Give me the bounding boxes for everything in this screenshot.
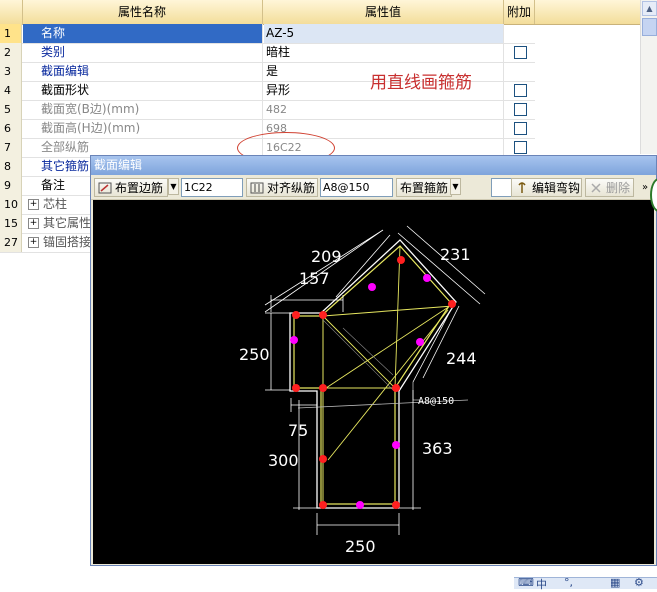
group-label: 芯柱 [43,197,68,211]
stirrup-diagonals [322,245,454,461]
row-property-name[interactable]: 截面高(H边)(mm) [23,119,263,138]
row-index: 4 [0,81,22,100]
ime-punct-icon[interactable]: °, [564,576,573,589]
extra-checkbox[interactable] [514,46,527,59]
dim-244: 244 [446,349,477,368]
stirrup-input[interactable] [320,178,393,197]
editor-title[interactable]: 截面编辑 [91,156,656,175]
hook-icon [518,182,526,193]
row-index: 10 [0,195,22,214]
row-index: 27 [0,233,22,252]
stirrup-spec-label: A8@150 [418,396,454,407]
dim-300: 300 [268,451,299,470]
dim-250-bottom: 250 [345,537,376,556]
grid-scrollbar[interactable]: ▲ [640,0,657,154]
row-index: 1 [0,24,22,43]
dimension-lines [264,225,486,535]
row-index: 5 [0,100,22,119]
row-property-name[interactable]: 截面形状 [23,81,263,100]
header-index [0,0,23,24]
editor-toolbar: 布置边筋 ▼ 对齐纵筋 布置箍筋 ▼ ▼ 编辑弯钩 删除 » [91,176,656,200]
row-index: 2 [0,43,22,62]
place-stirrup-dropdown[interactable]: ▼ [450,178,461,195]
align-long-rebar-label: 对齐纵筋 [267,181,316,195]
row-extra-cell [505,119,535,138]
grid-header: 属性名称 属性值 附加 [0,0,640,25]
extra-checkbox[interactable] [514,103,527,116]
grid-row[interactable]: 5 截面宽(B边)(mm) 482 [0,100,535,120]
place-edge-rebar-button[interactable]: 布置边筋 [94,178,168,197]
extra-checkbox[interactable] [514,84,527,97]
align-long-rebar-button[interactable]: 对齐纵筋 [246,178,318,197]
drawing-canvas[interactable]: 209 231 157 250 244 75 300 363 250 A8@15… [93,200,654,564]
ime-tray: ⌨ 中 °, ▦ ⚙ [514,576,657,592]
row-extra-cell [505,62,535,81]
row-property-name[interactable]: 截面宽(B边)(mm) [23,100,263,119]
row-property-value[interactable]: AZ-5 [264,24,504,43]
dim-75: 75 [288,421,308,440]
edge-rebar-input[interactable] [181,178,243,197]
ime-keyboard-icon[interactable]: ▦ [610,576,620,589]
header-property-name: 属性名称 [22,0,263,24]
section-drawing: 209 231 157 250 244 75 300 363 250 A8@15… [239,225,486,556]
header-property-value: 属性值 [263,0,504,24]
place-edge-rebar-dropdown[interactable]: ▼ [168,178,179,195]
row-index: 8 [0,157,22,176]
group-label: 其它属性 [43,216,92,230]
expand-plus-icon[interactable]: + [28,218,39,229]
row-index: 6 [0,119,22,138]
annotation-text: 用直线画箍筋 [370,73,472,93]
dim-363: 363 [422,439,453,458]
place-stirrup-button[interactable]: 布置箍筋 [396,178,452,197]
align-icon [250,182,264,194]
row-index: 15 [0,214,22,233]
ime-icon[interactable]: ⌨ [518,576,534,589]
row-property-value[interactable]: 暗柱 [264,43,504,62]
edit-hook-label: 编辑弯钩 [532,181,581,195]
row-property-name[interactable]: 截面编辑 [23,62,263,81]
row-property-name[interactable]: 类别 [23,43,263,62]
construction-lines [322,319,394,391]
place-stirrup-label: 布置箍筋 [400,181,449,195]
row-property-value[interactable]: 482 [264,100,504,119]
row-index: 7 [0,138,22,157]
dim-231: 231 [440,245,471,264]
row-extra-cell [505,24,535,43]
expand-plus-icon[interactable]: + [28,199,39,210]
dim-209: 209 [311,247,342,266]
place-edge-rebar-label: 布置边筋 [115,181,164,195]
extra-checkbox[interactable] [514,122,527,135]
row-extra-cell [505,100,535,119]
edge-rebar-icon [98,182,112,194]
header-extra: 附加 [504,0,535,24]
edit-hook-button[interactable]: 编辑弯钩 [511,178,582,197]
row-index: 3 [0,62,22,81]
grid-row[interactable]: 2 类别 暗柱 [0,43,535,63]
row-property-name[interactable]: 名称 [23,24,263,43]
row-index: 9 [0,176,22,195]
expand-plus-icon[interactable]: + [28,237,39,248]
dim-157: 157 [299,269,330,288]
row-extra-cell [505,81,535,100]
scroll-up-icon[interactable]: ▲ [642,1,657,16]
extra-checkbox[interactable] [514,141,527,154]
delete-label: 删除 [606,181,631,195]
group-label: 锚固搭接 [43,235,92,249]
section-editor-window: 截面编辑 布置边筋 ▼ 对齐纵筋 布置箍筋 ▼ ▼ 编辑弯钩 删除 » [90,155,657,566]
delete-button[interactable]: 删除 [585,178,634,197]
scroll-thumb[interactable] [642,18,657,36]
ime-settings-icon[interactable]: ⚙ [634,576,644,589]
ime-mode-char[interactable]: 中 [536,576,547,592]
row-extra-cell [505,43,535,62]
delete-icon [591,183,601,193]
dim-250-left: 250 [239,345,270,364]
grid-row[interactable]: 1 名称 AZ-5 [0,24,535,44]
